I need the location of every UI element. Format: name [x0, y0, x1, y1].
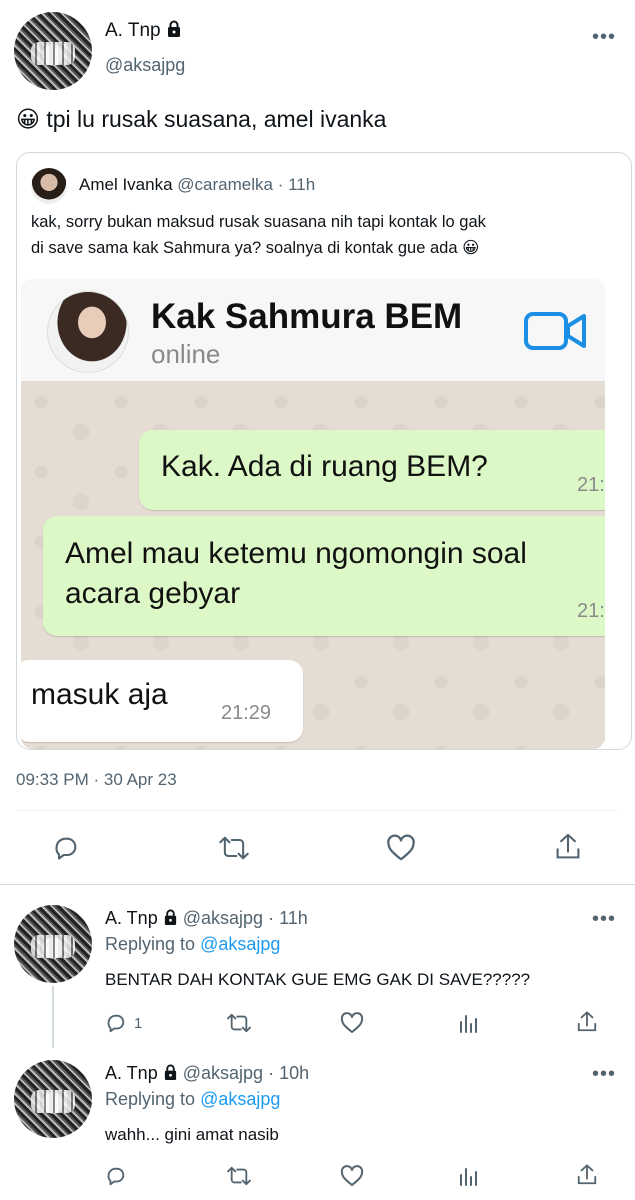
thread-line — [52, 986, 54, 1048]
chat-body: Kak. Ada di ruang BEM? 21: Amel mau kete… — [21, 382, 605, 749]
quote-time[interactable]: · 11h — [278, 175, 316, 194]
message-time: 21:29 — [221, 702, 272, 724]
reply-avatar[interactable] — [14, 905, 92, 983]
divider — [16, 810, 619, 811]
quote-avatar[interactable] — [31, 168, 67, 204]
author-name-row[interactable]: A. Tnp — [105, 20, 182, 43]
share-icon[interactable] — [554, 832, 582, 862]
tweet-text: 😀 tpi lu rusak suasana, amel ivanka — [16, 106, 387, 132]
quote-author-handle[interactable]: @caramelka — [177, 175, 273, 194]
reply-text: BENTAR DAH KONTAK GUE EMG GAK DI SAVE???… — [105, 970, 531, 989]
replying-to: Replying to @aksajpg — [105, 934, 281, 954]
retweet-icon[interactable] — [226, 1165, 252, 1187]
heart-icon[interactable] — [386, 834, 416, 862]
retweet-icon[interactable] — [226, 1012, 252, 1034]
quote-author-row: Amel Ivanka @caramelka · 11h — [79, 175, 315, 195]
contact-status: online — [151, 339, 221, 369]
lock-icon — [163, 1064, 178, 1085]
message-bubble-in: masuk aja 21:29 — [21, 660, 303, 742]
message-text: Kak. Ada di ruang BEM? — [161, 450, 488, 483]
chat-header: Kak Sahmura BEM online — [21, 279, 605, 382]
more-options-icon[interactable]: ••• — [592, 909, 616, 929]
retweet-icon[interactable] — [218, 834, 250, 862]
reply-time[interactable]: · 11h — [268, 908, 308, 928]
lock-icon — [163, 909, 178, 930]
reply-icon[interactable] — [52, 834, 80, 862]
message-text: masuk aja — [31, 678, 168, 711]
message-time: 21: — [577, 474, 605, 496]
reply-author-handle[interactable]: @aksajpg — [183, 908, 263, 928]
author-name[interactable]: A. Tnp — [105, 20, 161, 41]
replying-to: Replying to @aksajpg — [105, 1089, 281, 1109]
more-options-icon[interactable]: ••• — [592, 27, 616, 47]
reply-author-name[interactable]: A. Tnp — [105, 1063, 158, 1083]
reply-author-name[interactable]: A. Tnp — [105, 908, 158, 928]
chat-screenshot[interactable]: Kak Sahmura BEM online Kak. Ada di ruang… — [21, 279, 605, 749]
reply-text: wahh... gini amat nasib — [105, 1125, 279, 1144]
author-avatar[interactable] — [14, 12, 92, 90]
replying-to-link[interactable]: @aksajpg — [200, 1089, 280, 1109]
reply-count: 1 — [134, 1015, 143, 1032]
contact-avatar — [47, 291, 129, 373]
reply-header: A. Tnp @aksajpg · 11h — [105, 908, 308, 930]
share-icon[interactable] — [576, 1010, 598, 1034]
tweet-timestamp[interactable]: 09:33 PM · 30 Apr 23 — [16, 770, 177, 790]
contact-name: Kak Sahmura BEM — [151, 297, 463, 336]
message-time: 21: — [577, 600, 605, 622]
lock-icon — [166, 20, 182, 43]
section-separator — [0, 884, 635, 885]
reply-icon[interactable] — [105, 1165, 127, 1187]
quoted-tweet[interactable]: Amel Ivanka @caramelka · 11h kak, sorry … — [16, 152, 632, 750]
share-icon[interactable] — [576, 1163, 598, 1187]
analytics-icon[interactable] — [458, 1012, 480, 1034]
message-bubble-out: Amel mau ketemu ngomongin soal acara geb… — [43, 516, 605, 636]
reply-icon[interactable] — [105, 1012, 127, 1034]
reply-time[interactable]: · 10h — [268, 1063, 309, 1083]
analytics-icon[interactable] — [458, 1165, 480, 1187]
author-handle[interactable]: @aksajpg — [105, 55, 185, 76]
quote-author-name[interactable]: Amel Ivanka — [79, 175, 173, 194]
smile-emoji: 😀 — [16, 106, 40, 132]
heart-icon[interactable] — [340, 1012, 364, 1034]
message-text: Amel mau ketemu ngomongin soal acara geb… — [65, 537, 527, 610]
video-call-icon[interactable] — [524, 309, 588, 358]
reply-avatar[interactable] — [14, 1060, 92, 1138]
quote-text: kak, sorry bukan maksud rusak suasana ni… — [31, 213, 486, 257]
heart-icon[interactable] — [340, 1165, 364, 1187]
reply-author-handle[interactable]: @aksajpg — [183, 1063, 263, 1083]
reply-header: A. Tnp @aksajpg · 10h — [105, 1063, 309, 1085]
replying-to-link[interactable]: @aksajpg — [200, 934, 280, 954]
more-options-icon[interactable]: ••• — [592, 1064, 616, 1084]
message-bubble-out: Kak. Ada di ruang BEM? 21: — [139, 430, 605, 510]
